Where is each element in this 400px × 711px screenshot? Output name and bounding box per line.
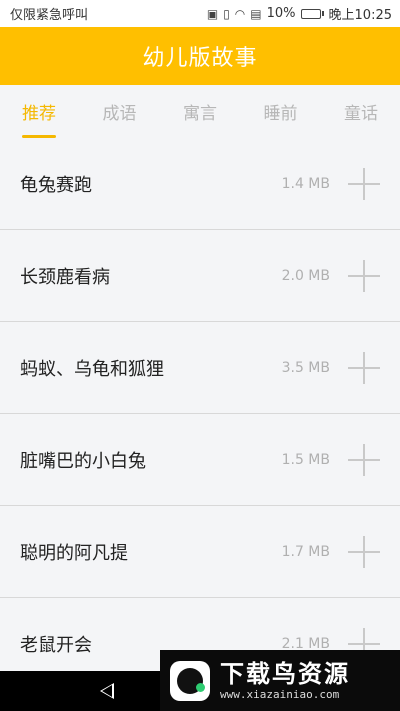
page-title: 幼儿版故事 <box>142 46 258 71</box>
story-list: 龟兔赛跑 1.4 MB 长颈鹿看病 2.0 MB 蚂蚁、乌龟和狐狸 3.5 MB… <box>0 138 400 690</box>
status-bar: 仅限紧急呼叫 ▣ ▯ ◠ ▤ 10% 晚上10:25 <box>0 0 400 27</box>
back-icon[interactable] <box>100 683 114 699</box>
story-title: 龟兔赛跑 <box>20 174 92 196</box>
list-item[interactable]: 龟兔赛跑 1.4 MB <box>0 138 400 230</box>
story-title: 聪明的阿凡提 <box>20 542 128 564</box>
nfc-icon: ▣ <box>206 6 219 21</box>
tab-recommended[interactable]: 推荐 <box>22 85 56 138</box>
plus-icon[interactable] <box>348 167 380 200</box>
list-item[interactable]: 脏嘴巴的小白兔 1.5 MB <box>0 414 400 506</box>
carrier-text: 仅限紧急呼叫 <box>10 8 89 23</box>
plus-icon[interactable] <box>348 259 380 292</box>
story-size: 2.0 MB <box>281 267 330 284</box>
story-size: 3.5 MB <box>281 359 330 376</box>
tab-fairy-tales[interactable]: 童话 <box>344 85 378 138</box>
story-size: 1.5 MB <box>281 451 330 468</box>
tab-fables[interactable]: 寓言 <box>183 85 217 138</box>
vibrate-icon: ▯ <box>223 6 230 21</box>
wifi-icon: ◠ <box>234 6 246 21</box>
plus-icon[interactable] <box>348 535 380 568</box>
story-title: 蚂蚁、乌龟和狐狸 <box>20 358 164 380</box>
sim-icon: ▤ <box>250 6 262 21</box>
list-item[interactable]: 聪明的阿凡提 1.7 MB <box>0 506 400 598</box>
story-title: 长颈鹿看病 <box>20 266 110 288</box>
story-size: 1.7 MB <box>281 543 330 560</box>
battery-percent: 10% <box>266 6 296 21</box>
tab-bedtime[interactable]: 睡前 <box>264 85 298 138</box>
app-bar: 幼儿版故事 <box>0 27 400 85</box>
watermark-url: www.xiazainiao.com <box>220 688 340 701</box>
story-size: 1.4 MB <box>281 175 330 192</box>
plus-icon[interactable] <box>348 351 380 384</box>
watermark-banner: 下载鸟资源 www.xiazainiao.com <box>160 650 400 711</box>
list-item[interactable]: 长颈鹿看病 2.0 MB <box>0 230 400 322</box>
battery-icon <box>300 8 324 19</box>
watermark-logo <box>170 660 210 701</box>
tab-idioms[interactable]: 成语 <box>103 85 137 138</box>
plus-icon[interactable] <box>348 443 380 476</box>
category-tabs: 推荐 成语 寓言 睡前 童话 <box>0 85 400 138</box>
status-icons: ▣ ▯ ◠ ▤ 10% 晚上10:25 <box>207 4 392 23</box>
watermark-title: 下载鸟资源 <box>220 660 350 688</box>
story-title: 脏嘴巴的小白兔 <box>20 450 146 472</box>
list-item[interactable]: 蚂蚁、乌龟和狐狸 3.5 MB <box>0 322 400 414</box>
clock: 晚上10:25 <box>328 8 392 23</box>
